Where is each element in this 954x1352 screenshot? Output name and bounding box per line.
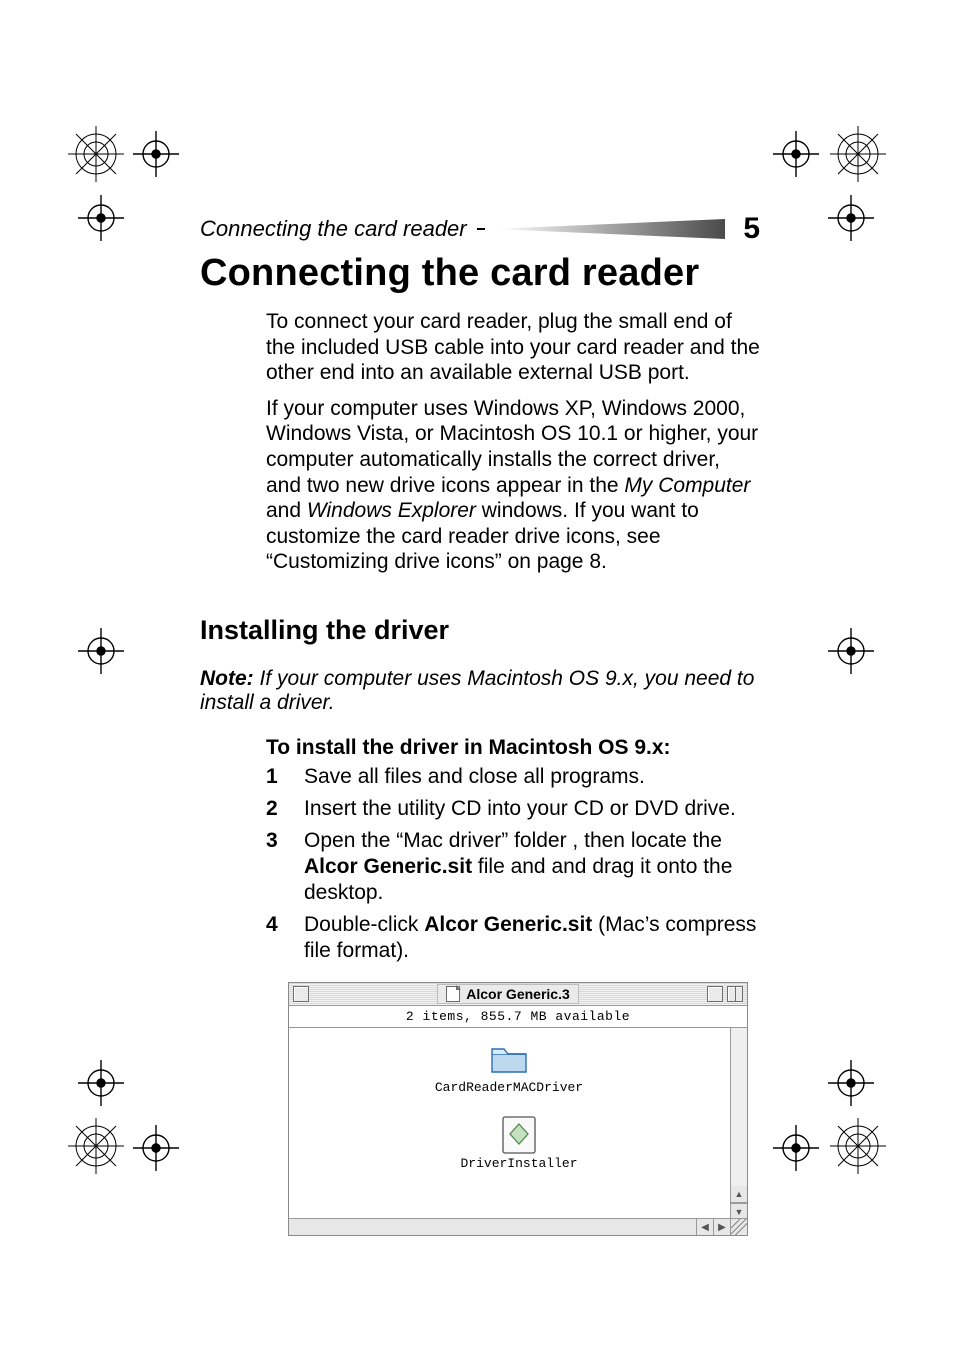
step-4: 4 Double-click Alcor Generic.sit (Mac’s …: [266, 912, 760, 964]
installer-icon: [499, 1118, 539, 1152]
mac-status-bar: 2 items, 855.7 MB available: [289, 1006, 747, 1028]
intro-body: To connect your card reader, plug the sm…: [266, 309, 760, 575]
note-text: If your computer uses Macintosh OS 9.x, …: [200, 667, 754, 714]
mac-item-cardreader-label: CardReaderMACDriver: [409, 1080, 609, 1095]
subheading-installing-driver: Installing the driver: [200, 615, 760, 646]
note-line: Note: If your computer uses Macintosh OS…: [200, 667, 760, 715]
reg-mark: [78, 195, 124, 241]
crop-ornament-bottom-left: [66, 1116, 126, 1176]
mac-item-driverinstaller-label: DriverInstaller: [419, 1156, 619, 1171]
reg-mark: [133, 131, 179, 177]
step-3: 3 Open the “Mac driver” folder , then lo…: [266, 828, 760, 906]
step-3-text: Open the “Mac driver” folder , then loca…: [304, 828, 760, 906]
step-2-text: Insert the utility CD into your CD or DV…: [304, 796, 760, 822]
mac-zoom-box-icon: [707, 986, 723, 1002]
reg-mark: [828, 195, 874, 241]
reg-mark: [828, 628, 874, 674]
folder-icon: [489, 1042, 529, 1076]
mac-bottom-bar: ◀ ▶: [289, 1218, 747, 1235]
step-3-bold: Alcor Generic.sit: [304, 855, 472, 878]
document-icon: [446, 986, 460, 1002]
intro-p2-winexplorer: Windows Explorer: [307, 499, 476, 522]
crop-ornament-top-left: [66, 124, 126, 184]
step-4-text: Double-click Alcor Generic.sit (Mac’s co…: [304, 912, 760, 964]
intro-p2-mid: and: [266, 499, 307, 522]
scroll-up-icon: ▲: [731, 1186, 747, 1203]
mac-window: Alcor Generic.3 2 items, 855.7 MB availa…: [288, 982, 748, 1236]
scroll-left-icon: ◀: [696, 1219, 713, 1235]
scroll-down-icon: ▼: [731, 1203, 747, 1220]
intro-p1: To connect your card reader, plug the sm…: [266, 309, 760, 386]
instructions-heading: To install the driver in Macintosh OS 9.…: [266, 736, 760, 760]
header-wedge-icon: [495, 219, 725, 239]
intro-p2: If your computer uses Windows XP, Window…: [266, 396, 760, 575]
resize-handle-icon: [730, 1219, 747, 1235]
page-title: Connecting the card reader: [200, 252, 760, 295]
step-1-text: Save all files and close all programs.: [304, 764, 760, 790]
step-1-num: 1: [266, 764, 304, 790]
mac-window-title: Alcor Generic.3: [437, 984, 579, 1004]
step-2-num: 2: [266, 796, 304, 822]
reg-mark: [133, 1125, 179, 1171]
step-1: 1 Save all files and close all programs.: [266, 764, 760, 790]
reg-mark: [78, 628, 124, 674]
reg-mark: [78, 1060, 124, 1106]
reg-mark: [773, 1125, 819, 1171]
mac-window-figure: Alcor Generic.3 2 items, 855.7 MB availa…: [288, 982, 760, 1236]
scroll-right-icon: ▶: [713, 1219, 730, 1235]
running-head-text: Connecting the card reader: [200, 216, 467, 242]
mac-collapse-box-icon: [727, 986, 743, 1002]
crop-ornament-bottom-right: [828, 1116, 888, 1176]
note-label: Note:: [200, 667, 254, 690]
page-number: 5: [743, 212, 760, 246]
mac-window-title-text: Alcor Generic.3: [466, 986, 570, 1002]
running-head-rule: [477, 228, 486, 230]
crop-ornament-top-right: [828, 124, 888, 184]
steps-list: 1 Save all files and close all programs.…: [266, 764, 760, 964]
intro-p2-mycomputer: My Computer: [624, 474, 750, 497]
mac-horizontal-scrollbar: [289, 1219, 696, 1235]
step-4-bold: Alcor Generic.sit: [424, 913, 592, 936]
mac-titlebar: Alcor Generic.3: [289, 983, 747, 1006]
step-3-pre: Open the “Mac driver” folder , then loca…: [304, 829, 722, 852]
step-4-pre: Double-click: [304, 913, 424, 936]
mac-client-area: CardReaderMACDriver DriverInstaller: [289, 1028, 747, 1218]
mac-close-box-icon: [293, 986, 309, 1002]
page-content: Connecting the card reader 5 Connecting …: [200, 212, 760, 1236]
step-4-num: 4: [266, 912, 304, 964]
reg-mark: [773, 131, 819, 177]
mac-item-driverinstaller: DriverInstaller: [419, 1118, 619, 1171]
mac-vertical-scrollbar: ▲ ▼: [730, 1028, 747, 1218]
step-2: 2 Insert the utility CD into your CD or …: [266, 796, 760, 822]
mac-item-cardreader-folder: CardReaderMACDriver: [409, 1042, 609, 1095]
reg-mark: [828, 1060, 874, 1106]
step-3-num: 3: [266, 828, 304, 906]
running-head: Connecting the card reader 5: [200, 212, 760, 246]
